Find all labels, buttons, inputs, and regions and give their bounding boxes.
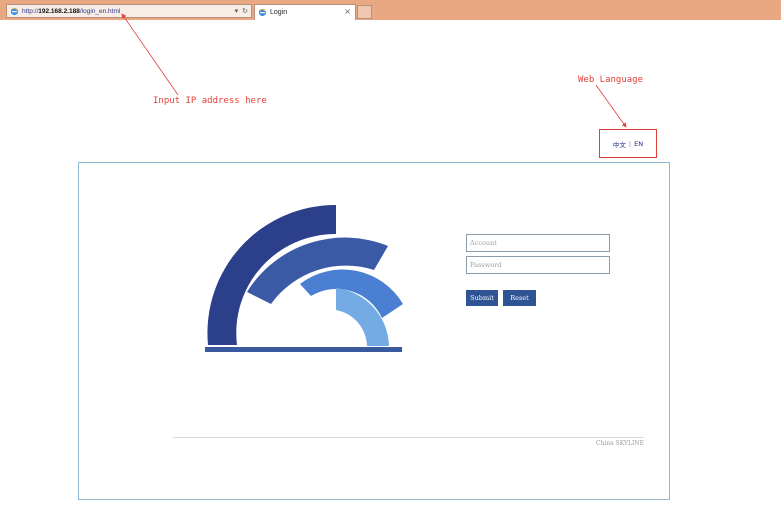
- refresh-icon[interactable]: ↻: [242, 7, 248, 15]
- address-dropdown-icon[interactable]: ▾: [235, 7, 239, 15]
- screen: http://192.168.2.188/login_en.html ▾ ↻ L…: [0, 0, 781, 513]
- account-input[interactable]: [466, 234, 610, 252]
- logo-base: [205, 347, 402, 352]
- ip-hint-arrow: [121, 13, 179, 96]
- new-tab-button[interactable]: [357, 5, 372, 19]
- url-path: /login_en.html: [79, 7, 121, 15]
- tab-title: Login: [270, 9, 288, 16]
- ie-browser-icon: [10, 7, 19, 15]
- language-separator: |: [628, 139, 632, 148]
- skyline-logo: [205, 204, 403, 352]
- footer-divider: [173, 437, 644, 438]
- copyright-text: China SKYLINE: [595, 440, 644, 447]
- browser-tab-login[interactable]: Login ×: [254, 4, 356, 20]
- language-selector: 中文 | EN: [599, 129, 657, 158]
- address-url[interactable]: http://192.168.2.188/login_en.html: [22, 8, 120, 15]
- address-bar[interactable]: http://192.168.2.188/login_en.html ▾ ↻: [6, 4, 252, 18]
- language-english-link[interactable]: EN: [634, 140, 643, 148]
- lang-hint-arrow: [595, 84, 627, 128]
- password-input[interactable]: [466, 256, 610, 274]
- submit-button[interactable]: Submit: [466, 290, 498, 306]
- language-hint-annotation: Web Language: [578, 75, 644, 85]
- close-tab-icon[interactable]: ×: [344, 7, 351, 16]
- ip-hint-annotation: Input IP address here: [153, 96, 267, 106]
- url-host: 192.168.2.188: [38, 7, 80, 15]
- reset-button[interactable]: Reset: [503, 290, 536, 306]
- browser-toolbar: http://192.168.2.188/login_en.html ▾ ↻ L…: [0, 0, 781, 20]
- url-prefix: http://: [22, 7, 39, 15]
- language-chinese-link[interactable]: 中文: [613, 139, 626, 149]
- ie-page-icon: [258, 8, 267, 17]
